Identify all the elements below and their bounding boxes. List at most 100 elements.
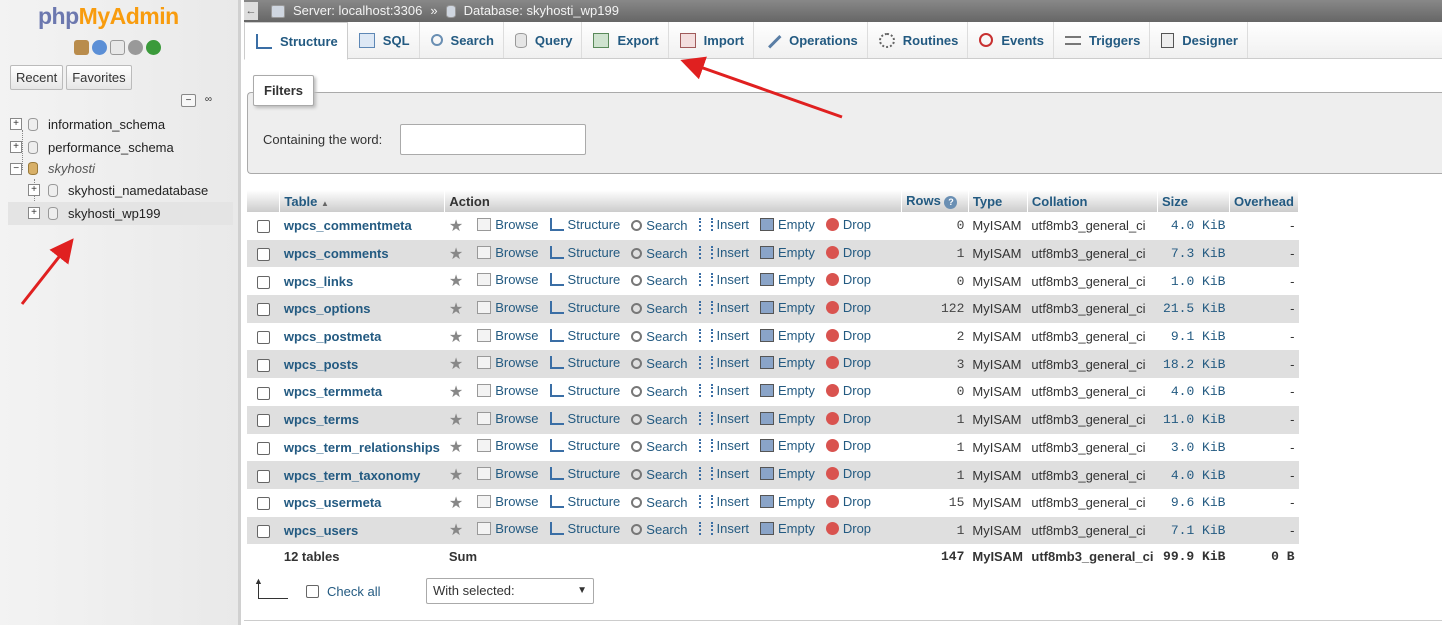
table-row[interactable]: wpcs_posts ★ Browse Structure Search Insert Em… [247, 350, 1299, 379]
collapse-all-icon[interactable]: − [181, 94, 196, 107]
tab-events[interactable]: Events [968, 22, 1054, 58]
row-checkbox[interactable] [256, 524, 270, 538]
row-checkbox[interactable] [256, 331, 270, 345]
link-icon[interactable]: ∞ [201, 94, 216, 107]
action-structure[interactable]: Structure [549, 300, 620, 315]
row-checkbox[interactable] [256, 469, 270, 483]
action-search[interactable]: Search [631, 439, 688, 454]
action-empty[interactable]: Empty [760, 300, 815, 315]
row-checkbox[interactable] [256, 303, 270, 317]
action-browse[interactable]: Browse [477, 411, 539, 426]
action-empty[interactable]: Empty [760, 466, 815, 481]
table-name-link[interactable]: wpcs_term_taxonomy [279, 461, 445, 489]
tree-item-skyhosti-wp199[interactable]: + skyhosti_wp199 [8, 202, 233, 225]
action-browse[interactable]: Browse [477, 300, 539, 315]
action-drop[interactable]: Drop [825, 494, 871, 509]
docs-icon[interactable] [110, 40, 125, 55]
row-checkbox[interactable] [256, 220, 270, 234]
table-name-link[interactable]: wpcs_term_relationships [279, 433, 445, 462]
reload-icon[interactable] [146, 40, 161, 55]
action-insert[interactable]: Insert [698, 411, 749, 426]
action-search[interactable]: Search [631, 495, 688, 510]
table-row[interactable]: wpcs_commentmeta ★ Browse Structure Search In… [247, 212, 1299, 240]
settings-icon[interactable] [128, 40, 143, 55]
table-name-link[interactable]: wpcs_posts [279, 350, 445, 379]
expand-icon[interactable]: + [10, 118, 22, 130]
action-structure[interactable]: Structure [549, 245, 620, 260]
table-row[interactable]: wpcs_termmeta ★ Browse Structure Search Inser… [247, 378, 1299, 406]
table-row[interactable]: wpcs_links ★ Browse Structure Search Insert Em… [247, 267, 1299, 296]
size-column-header[interactable]: Size [1157, 190, 1230, 212]
action-browse[interactable]: Browse [477, 438, 539, 453]
action-search[interactable]: Search [631, 218, 688, 233]
with-selected-dropdown[interactable]: With selected: ▼ [426, 578, 594, 604]
action-empty[interactable]: Empty [760, 328, 815, 343]
action-browse[interactable]: Browse [477, 245, 539, 260]
action-drop[interactable]: Drop [825, 300, 871, 315]
table-size[interactable]: 21.5 KiB [1157, 295, 1230, 323]
action-structure[interactable]: Structure [549, 411, 620, 426]
favorite-star-icon[interactable]: ★ [449, 218, 463, 235]
action-insert[interactable]: Insert [698, 494, 749, 509]
action-browse[interactable]: Browse [477, 521, 539, 536]
expand-icon[interactable]: + [28, 207, 40, 219]
table-row[interactable]: wpcs_usermeta ★ Browse Structure Search Inser… [247, 488, 1299, 517]
action-empty[interactable]: Empty [760, 438, 815, 453]
table-size[interactable]: 4.0 KiB [1157, 378, 1230, 406]
action-browse[interactable]: Browse [477, 383, 539, 398]
recent-tab[interactable]: Recent [10, 65, 64, 90]
table-size[interactable]: 4.0 KiB [1157, 212, 1230, 240]
action-drop[interactable]: Drop [825, 272, 871, 287]
row-checkbox[interactable] [256, 414, 270, 428]
action-insert[interactable]: Insert [698, 438, 749, 453]
phpmyadmin-logo[interactable]: phpMyAdmin [38, 3, 179, 30]
tab-sql[interactable]: SQL [348, 22, 420, 58]
action-empty[interactable]: Empty [760, 355, 815, 370]
action-empty[interactable]: Empty [760, 494, 815, 509]
table-row[interactable]: wpcs_comments ★ Browse Structure Search Inser… [247, 239, 1299, 268]
action-drop[interactable]: Drop [825, 383, 871, 398]
favorites-tab[interactable]: Favorites [66, 65, 132, 90]
action-drop[interactable]: Drop [825, 466, 871, 481]
action-structure[interactable]: Structure [549, 494, 620, 509]
favorite-star-icon[interactable]: ★ [449, 329, 463, 346]
action-search[interactable]: Search [631, 467, 688, 482]
expand-icon[interactable]: + [10, 141, 22, 153]
action-search[interactable]: Search [631, 273, 688, 288]
filters-legend[interactable]: Filters [253, 75, 315, 106]
collation-column-header[interactable]: Collation [1027, 190, 1158, 212]
action-empty[interactable]: Empty [760, 383, 815, 398]
favorite-star-icon[interactable]: ★ [449, 246, 463, 263]
table-size[interactable]: 11.0 KiB [1157, 405, 1230, 434]
check-all-label[interactable]: Check all [327, 584, 380, 599]
favorite-star-icon[interactable]: ★ [449, 384, 463, 401]
help-icon[interactable] [92, 40, 107, 55]
table-size[interactable]: 3.0 KiB [1157, 433, 1230, 462]
table-row[interactable]: wpcs_users ★ Browse Structure Search Insert Em… [247, 516, 1299, 545]
row-checkbox[interactable] [256, 275, 270, 289]
table-row[interactable]: wpcs_options ★ Browse Structure Search Insert… [247, 295, 1299, 323]
tab-routines[interactable]: Routines [868, 22, 969, 58]
table-name-link[interactable]: wpcs_links [279, 267, 445, 296]
action-structure[interactable]: Structure [549, 328, 620, 343]
action-empty[interactable]: Empty [760, 521, 815, 536]
row-checkbox[interactable] [256, 497, 270, 511]
table-size[interactable]: 7.3 KiB [1157, 239, 1230, 268]
action-insert[interactable]: Insert [698, 355, 749, 370]
action-insert[interactable]: Insert [698, 328, 749, 343]
action-drop[interactable]: Drop [825, 245, 871, 260]
action-search[interactable]: Search [631, 384, 688, 399]
table-name-link[interactable]: wpcs_usermeta [279, 488, 445, 517]
action-drop[interactable]: Drop [825, 438, 871, 453]
table-name-link[interactable]: wpcs_postmeta [279, 322, 445, 351]
action-drop[interactable]: Drop [825, 521, 871, 536]
home-icon[interactable] [74, 40, 89, 55]
action-empty[interactable]: Empty [760, 217, 815, 232]
table-size[interactable]: 9.6 KiB [1157, 488, 1230, 517]
favorite-star-icon[interactable]: ★ [449, 439, 463, 456]
table-size[interactable]: 1.0 KiB [1157, 267, 1230, 296]
favorite-star-icon[interactable]: ★ [449, 412, 463, 429]
action-browse[interactable]: Browse [477, 328, 539, 343]
action-empty[interactable]: Empty [760, 245, 815, 260]
action-search[interactable]: Search [631, 522, 688, 537]
